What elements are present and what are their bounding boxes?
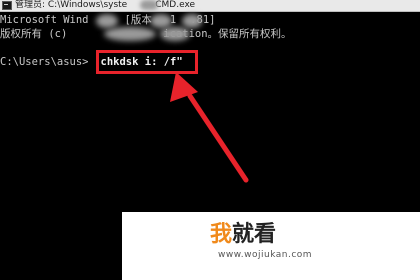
watermark-logo-part2: 就看 bbox=[232, 222, 277, 247]
watermark-url: www.wojiukan.com bbox=[218, 250, 313, 260]
watermark-logo-part1: 我 bbox=[210, 222, 233, 247]
cmd-window: 管理员: C:\Windows\syste CMD.exe Microsoft W… bbox=[0, 0, 420, 280]
watermark-banner: 我就看 www.wojiukan.com bbox=[122, 212, 420, 280]
watermark-logo: 我就看 bbox=[210, 222, 276, 248]
